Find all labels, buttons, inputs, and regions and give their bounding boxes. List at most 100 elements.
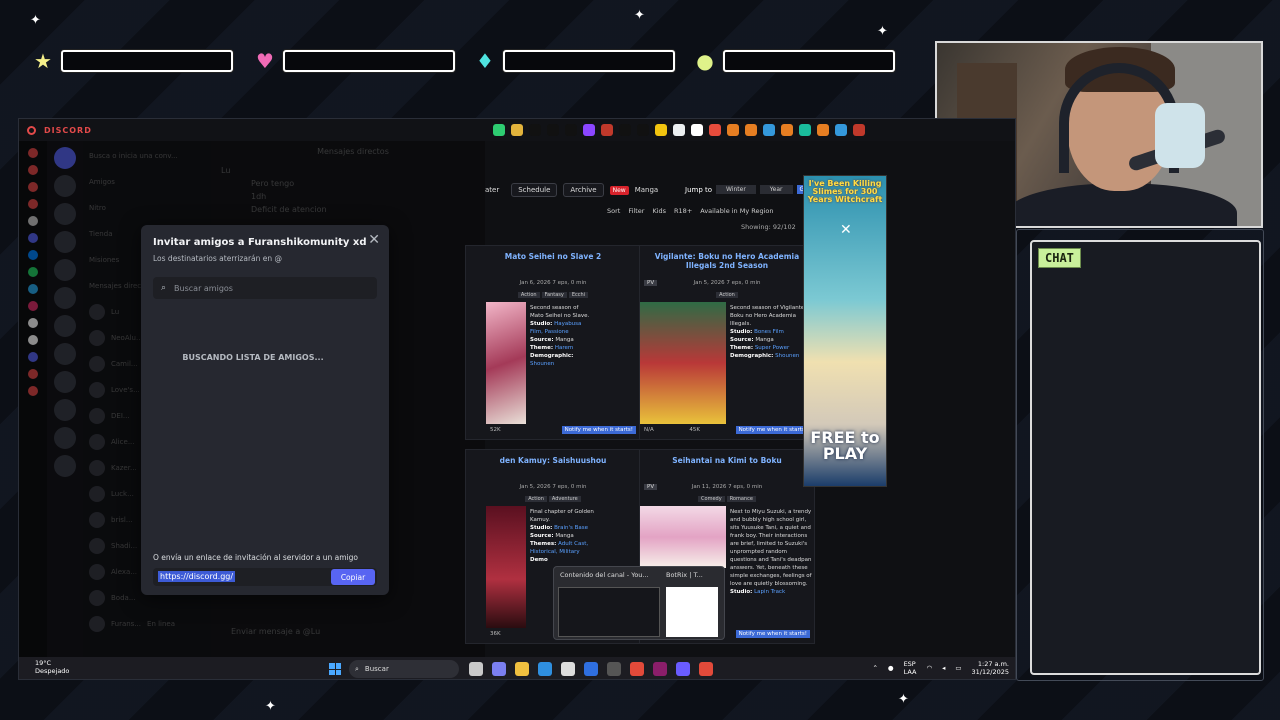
demographic-value[interactable]: Shounen: [530, 361, 554, 367]
sparkle-icon: ✦: [265, 699, 276, 714]
star-icon: ★: [34, 49, 52, 73]
gmail-icon[interactable]: [781, 124, 793, 136]
app-icon[interactable]: [653, 662, 667, 676]
invite-modal: Invitar amigos a Furanshikomunity xd Los…: [141, 225, 389, 595]
close-ad-icon[interactable]: ✕: [840, 222, 852, 238]
diamond-icon: ♦: [476, 49, 494, 73]
genre-tag[interactable]: Action: [525, 496, 547, 502]
wifi-icon[interactable]: ◠: [926, 664, 932, 672]
tab-schedule[interactable]: Schedule: [511, 183, 558, 197]
start-icon[interactable]: [329, 663, 341, 675]
extension-icon[interactable]: [817, 124, 829, 136]
tab-manga[interactable]: Manga: [635, 186, 659, 194]
filter-dropdown[interactable]: Filter: [628, 207, 644, 215]
extension-icon[interactable]: [673, 124, 685, 136]
genre-tag[interactable]: Fantasy: [541, 292, 567, 298]
preview-title[interactable]: BotRix | T...: [666, 571, 703, 579]
chrome-icon[interactable]: [630, 662, 644, 676]
anime-title[interactable]: den Kamuy: Saishuushou: [466, 456, 640, 465]
browser-extensions: [493, 124, 865, 136]
extension-icon[interactable]: [493, 124, 505, 136]
app-icon[interactable]: [607, 662, 621, 676]
battery-icon[interactable]: ▭: [955, 664, 961, 672]
region-checkbox[interactable]: Available in My Region: [700, 207, 773, 215]
chevron-up-icon[interactable]: ⌃: [872, 664, 877, 672]
showing-count: Showing: 92/102: [741, 223, 796, 231]
copilot-icon[interactable]: [492, 662, 506, 676]
year-select[interactable]: Year: [759, 185, 793, 194]
preview-thumbnail[interactable]: [666, 587, 718, 637]
time: 1:27 a.m.: [977, 660, 1009, 668]
extension-icon[interactable]: [619, 124, 631, 136]
anime-card[interactable]: Vigilante: Boku no Hero Academia Illegal…: [639, 245, 815, 440]
extension-icon[interactable]: [601, 124, 613, 136]
sort-dropdown[interactable]: Sort: [607, 207, 620, 215]
notify-button[interactable]: Notify me when it starts!: [735, 426, 810, 434]
volume-icon[interactable]: ◂: [942, 664, 945, 672]
notify-button[interactable]: Notify me when it starts!: [561, 426, 636, 434]
obs-icon[interactable]: [676, 662, 690, 676]
friend-search-input[interactable]: [174, 283, 355, 293]
kids-checkbox[interactable]: Kids: [652, 207, 666, 215]
theme-value[interactable]: Harem: [555, 345, 573, 351]
studio-value[interactable]: Lapin Track: [754, 589, 785, 595]
extension-icon[interactable]: [853, 124, 865, 136]
extension-icon[interactable]: [655, 124, 667, 136]
language-indicator[interactable]: ESP LAA: [904, 660, 917, 676]
pv-badge[interactable]: PV: [644, 484, 658, 490]
genre-tag[interactable]: Adventure: [548, 496, 581, 502]
microphone-icon[interactable]: ●: [888, 664, 894, 672]
chrome-icon[interactable]: [699, 662, 713, 676]
season-select[interactable]: Winter: [716, 185, 756, 194]
file-explorer-icon[interactable]: [515, 662, 529, 676]
extension-icon[interactable]: [637, 124, 649, 136]
extension-icon[interactable]: [691, 124, 703, 136]
genre-tag[interactable]: Action: [517, 292, 540, 298]
preview-title[interactable]: Contenido del canal - You...: [560, 571, 649, 579]
invite-link-label: O envía un enlace de invitación al servi…: [153, 553, 359, 562]
extension-icon[interactable]: [763, 124, 775, 136]
studio-value[interactable]: Brain's Base: [554, 525, 588, 531]
extension-icon[interactable]: [799, 124, 811, 136]
word-icon[interactable]: [584, 662, 598, 676]
anime-meta: Jan 11, 2026 7 eps, 0 min: [691, 484, 763, 490]
copy-button[interactable]: Copiar: [331, 569, 375, 585]
genre-tag[interactable]: Ecchi: [568, 292, 589, 298]
r18-checkbox[interactable]: R18+: [674, 207, 692, 215]
extension-icon[interactable]: [547, 124, 559, 136]
demographic-value[interactable]: Shounen: [775, 353, 799, 359]
clock[interactable]: 1:27 a.m. 31/12/2025: [972, 660, 1009, 676]
notify-button[interactable]: Notify me when it starts!: [735, 630, 810, 638]
members-count: 36K: [490, 631, 501, 637]
gmail-icon[interactable]: [727, 124, 739, 136]
task-view-icon[interactable]: [469, 662, 483, 676]
ad-banner[interactable]: I've Been Killing Slimes for 300 Years W…: [803, 175, 887, 487]
theme-value[interactable]: Super Power: [755, 345, 790, 351]
anime-title[interactable]: Seihantai na Kimi to Boku: [640, 456, 814, 465]
youtube-icon[interactable]: [709, 124, 721, 136]
anime-title[interactable]: Vigilante: Boku no Hero Academia Illegal…: [640, 252, 814, 270]
anime-card[interactable]: Mato Seihei no Slave 2 Jan 6, 2026 7 eps…: [465, 245, 641, 440]
edge-icon[interactable]: [538, 662, 552, 676]
genre-tag[interactable]: Romance: [726, 496, 756, 502]
tab-theater[interactable]: ater: [485, 184, 505, 196]
preview-thumbnail[interactable]: [558, 587, 660, 637]
gmail-icon[interactable]: [745, 124, 757, 136]
pv-badge[interactable]: PV: [644, 280, 658, 286]
extension-icon[interactable]: [529, 124, 541, 136]
anime-title[interactable]: Mato Seihei no Slave 2: [466, 252, 640, 261]
studio-value[interactable]: Bones Film: [754, 329, 784, 335]
genre-tag[interactable]: Action: [716, 292, 738, 298]
extension-icon[interactable]: [583, 124, 595, 136]
tab-archive[interactable]: Archive: [563, 183, 604, 197]
ad-footer: FREE to PLAY: [810, 428, 880, 463]
store-icon[interactable]: [561, 662, 575, 676]
extension-icon[interactable]: [511, 124, 523, 136]
weather-widget[interactable]: 19°C Despejado: [35, 659, 69, 675]
genre-tag[interactable]: Comedy: [698, 496, 725, 502]
extension-icon[interactable]: [835, 124, 847, 136]
taskbar-search-input[interactable]: [364, 665, 445, 673]
invite-link[interactable]: https://discord.gg/: [158, 571, 236, 582]
extension-icon[interactable]: [565, 124, 577, 136]
close-icon[interactable]: ✕: [368, 232, 380, 248]
